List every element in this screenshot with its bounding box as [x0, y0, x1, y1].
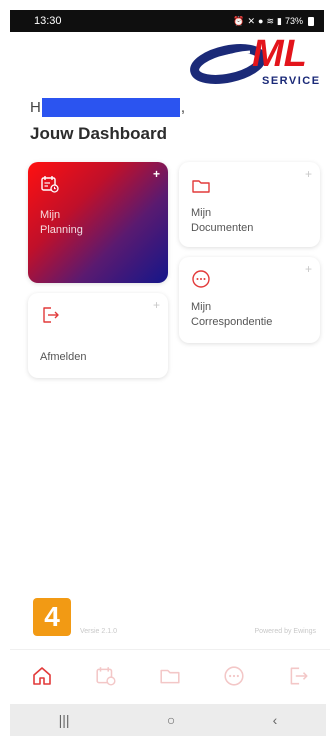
calendar-clock-icon: [41, 176, 59, 193]
status-time: 13:30: [34, 15, 62, 27]
tile-label: Mijn Correspondentie: [191, 300, 272, 331]
location-icon: ●: [258, 15, 264, 26]
folder-icon: [192, 180, 210, 193]
battery-icon: [308, 16, 314, 26]
tile-label-line2: Documenten: [191, 222, 254, 235]
nav-home[interactable]: [29, 663, 55, 689]
back-button[interactable]: ‹: [273, 712, 278, 728]
chat-bubble-icon: [224, 665, 244, 686]
plus-icon[interactable]: +: [153, 168, 160, 180]
tile-label: Mijn Documenten: [191, 206, 253, 237]
tile-mijn-documenten[interactable]: + Mijn Documenten: [179, 162, 320, 247]
nav-planning[interactable]: [93, 663, 119, 689]
tile-label-line1: Mijn: [191, 207, 212, 219]
tile-afmelden[interactable]: + Afmelden: [28, 293, 168, 378]
plus-icon[interactable]: +: [305, 263, 312, 275]
battery-percent: 73%: [284, 16, 303, 26]
calendar-clock-icon: [96, 666, 116, 686]
nav-afmelden[interactable]: [285, 663, 311, 689]
logo-tagline: SERVICE: [262, 75, 321, 87]
home-icon: [33, 666, 51, 685]
greeting-prefix: H: [30, 98, 41, 116]
powered-by-text: Powered by Ewings: [254, 628, 316, 635]
tile-label-line2: Correspondentie: [191, 316, 273, 329]
greeting: H ,: [30, 97, 185, 117]
status-bar: 13:30 ⏰ ✕ ● ≋ ▮ 73%: [10, 10, 324, 32]
chat-bubble-icon: [192, 270, 210, 288]
alarm-icon: ⏰: [233, 15, 245, 26]
status-icons: ⏰ ✕ ● ≋ ▮ 73%: [233, 16, 314, 26]
plus-icon[interactable]: +: [305, 168, 312, 180]
recents-button[interactable]: |||: [59, 712, 70, 728]
folder-icon: [160, 669, 180, 683]
tile-mijn-planning[interactable]: + Mijn Planning: [28, 162, 168, 283]
logout-icon: [43, 307, 59, 323]
greeting-suffix: ,: [180, 98, 186, 116]
tile-mijn-correspondentie[interactable]: + Mijn Correspondentie: [179, 257, 320, 343]
logo-brand: ML: [252, 33, 307, 75]
redacted-username: [41, 97, 180, 117]
page-title: Jouw Dashboard: [30, 124, 167, 143]
tile-label-line2: Planning: [40, 224, 83, 237]
signal-icon: ▮: [277, 15, 282, 26]
tile-label-line1: Mijn: [191, 301, 212, 313]
plus-icon[interactable]: +: [153, 299, 160, 311]
tile-label-line1: Mijn: [40, 209, 61, 221]
system-nav-bar: ||| ○ ‹: [10, 704, 326, 736]
wifi-icon: ≋: [266, 15, 275, 26]
tile-label: Afmelden: [40, 350, 86, 365]
tile-label-line1: Afmelden: [40, 351, 87, 363]
logout-icon: [290, 667, 308, 684]
nav-correspondentie[interactable]: [221, 663, 247, 689]
app-badge-logo: 4: [33, 598, 71, 636]
bottom-nav: [10, 649, 330, 701]
home-button[interactable]: ○: [167, 712, 175, 728]
nav-documenten[interactable]: [157, 663, 183, 689]
mute-icon: ✕: [247, 15, 256, 26]
version-text: Versie 2.1.0: [80, 628, 117, 635]
tile-label: Mijn Planning: [40, 208, 83, 239]
